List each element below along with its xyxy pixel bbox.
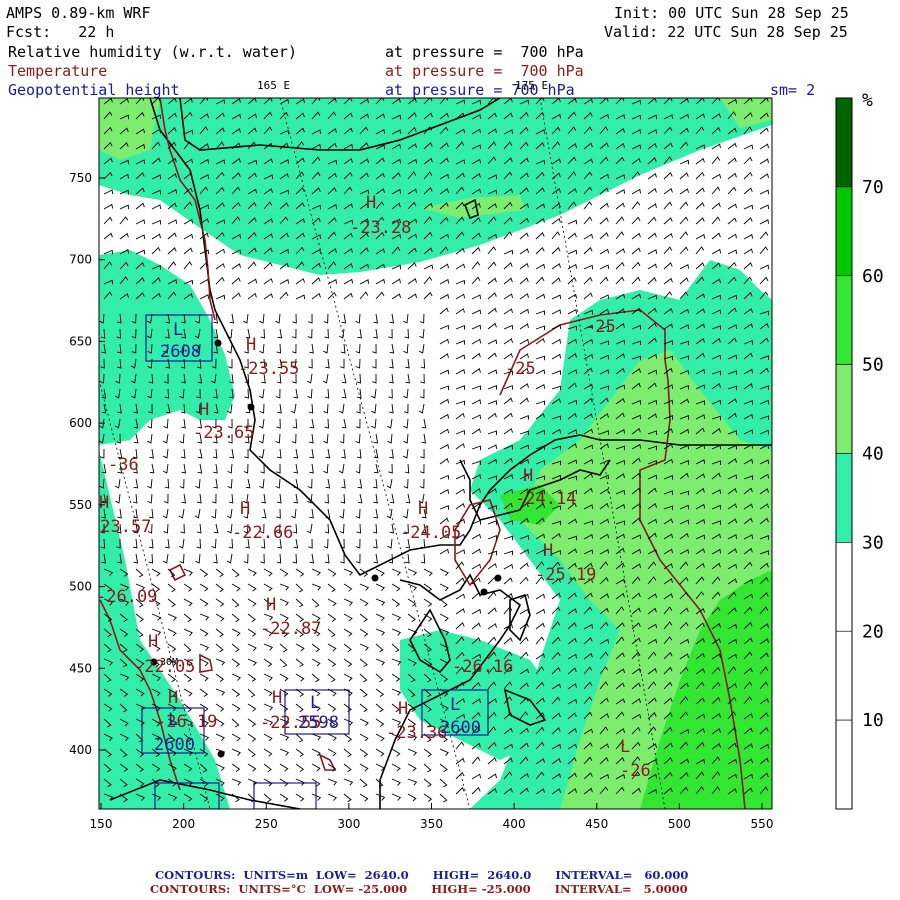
height-value: 2598 [298, 713, 339, 733]
temp-value: -24.05 [400, 523, 461, 543]
station-dot [494, 574, 502, 582]
x-tick-label: 500 [668, 817, 691, 831]
colorbar-segment [835, 97, 853, 188]
temp-value: -26.19 [156, 712, 217, 732]
colorbar-tick-label: 50 [862, 355, 884, 376]
temp-sym: L [620, 737, 630, 757]
temp-sym: H [523, 466, 533, 486]
height-sym: L [310, 693, 320, 713]
temp-value: -22.66 [232, 523, 293, 543]
temp-value: -25 [505, 359, 536, 379]
temp-value: -36 [108, 455, 139, 475]
colorbar-segment [835, 719, 853, 810]
x-tick-label: 450 [585, 817, 608, 831]
y-tick-label: 400 [69, 743, 92, 757]
footer-height-interval: INTERVAL= 60.000 [555, 868, 689, 882]
footer-height-high: HIGH= 2640.0 [432, 868, 532, 882]
temp-value: -24.14 [515, 489, 576, 509]
temp-value: -22.05 [134, 657, 195, 677]
footer-height-label: CONTOURS: UNITS=m LOW= 2640.0 [155, 868, 409, 882]
colorbar-segment [835, 364, 853, 454]
temp-sym: H [543, 541, 553, 561]
temp-value: -23.28 [350, 218, 411, 238]
x-tick-label: 150 [90, 817, 113, 831]
temp-sym: H [99, 493, 109, 513]
temp-value: -22.87 [260, 619, 321, 639]
height-value: 2608 [160, 342, 201, 362]
temp-value: -23.55 [238, 359, 299, 379]
y-tick-label: 450 [69, 661, 92, 675]
map-plot: 30M H -23.28 H -23.55 H -23.65 H -23.57 … [69, 90, 884, 831]
temp-value: -25.19 [535, 565, 596, 585]
station-dot [217, 750, 225, 758]
colorbar-segment [835, 630, 853, 721]
height-sym: L [173, 320, 183, 340]
temp-sym: H [199, 400, 209, 420]
temp-value: -25 [585, 317, 616, 337]
colorbar-tick-label: 70 [862, 177, 884, 198]
footer-temp-contours: CONTOURS: UNITS=°C LOW= -25.000 HIGH= -2… [150, 882, 688, 896]
map-area: 30M H -23.28 H -23.55 H -23.65 H -23.57 … [96, 98, 772, 809]
station-dot [480, 588, 488, 596]
temp-value: -26.16 [452, 657, 513, 677]
y-tick-label: 700 [69, 253, 92, 267]
y-tick-label: 600 [69, 416, 92, 430]
temp-sym: H [418, 499, 428, 519]
temp-sym: H [240, 499, 250, 519]
height-sym: L [168, 710, 178, 730]
height-value: 2600 [154, 735, 195, 755]
temp-sym: H [168, 688, 178, 708]
y-tick-label: 650 [69, 334, 92, 348]
station-dot [214, 339, 222, 347]
temp-sym: H [398, 699, 408, 719]
temp-sym: H [272, 688, 282, 708]
temp-value: -26 [620, 761, 651, 781]
x-tick-label: 350 [420, 817, 443, 831]
height-value: 2600 [440, 718, 481, 738]
colorbar-segment [835, 542, 853, 632]
y-tick-label: 750 [69, 171, 92, 185]
colorbar-tick-label: 60 [862, 266, 884, 287]
colorbar-segment [835, 275, 853, 365]
temp-value: -23.36 [386, 723, 447, 743]
temp-sym: H [266, 595, 276, 615]
colorbar-unit: % [862, 90, 873, 111]
temp-value: -23.65 [193, 423, 254, 443]
temp-sym: H [246, 335, 256, 355]
x-tick-label: 250 [255, 817, 278, 831]
station-dot [247, 403, 255, 411]
height-sym: L [450, 695, 460, 715]
temp-value: -26.09 [96, 587, 157, 607]
x-tick-label: 200 [172, 817, 195, 831]
station-dot [371, 574, 379, 582]
footer-temp-interval: INTERVAL= 5.0000 [554, 882, 688, 896]
x-tick-label: 300 [337, 817, 360, 831]
footer-height-contours: CONTOURS: UNITS=m LOW= 2640.0 HIGH= 2640… [155, 868, 688, 882]
footer-temp-high: HIGH= -25.000 [431, 882, 531, 896]
x-tick-label: 400 [503, 817, 526, 831]
colorbar-tick-label: 10 [862, 710, 884, 731]
colorbar-segment [835, 186, 853, 277]
x-tick-label: 550 [751, 817, 774, 831]
colorbar-segment [835, 453, 853, 543]
temp-sym: H [366, 193, 376, 213]
y-tick-label: 500 [69, 580, 92, 594]
footer-temp-label: CONTOURS: UNITS=°C LOW= -25.000 [150, 882, 408, 896]
colorbar-tick-label: 20 [862, 621, 884, 642]
y-tick-label: 550 [69, 498, 92, 512]
colorbar: % 70 60 50 40 30 20 10 [835, 90, 884, 810]
colorbar-tick-label: 40 [862, 444, 884, 465]
colorbar-tick-label: 30 [862, 532, 884, 553]
temp-sym: H [148, 632, 158, 652]
